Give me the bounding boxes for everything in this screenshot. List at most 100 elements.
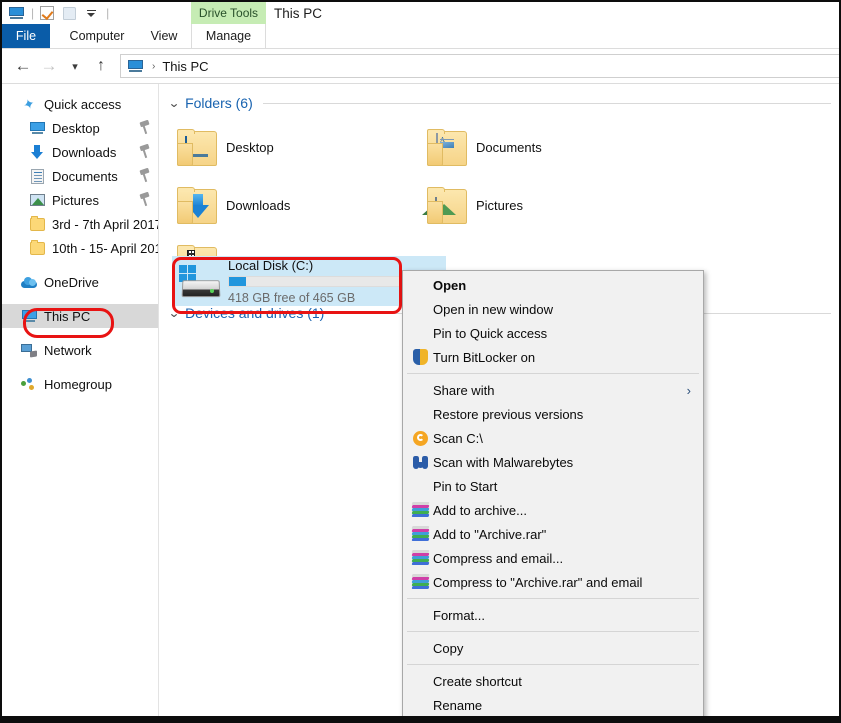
tile-desktop[interactable]: Desktop xyxy=(172,118,422,176)
tile-label: Desktop xyxy=(226,139,274,155)
tab-manage[interactable]: Manage xyxy=(191,24,266,48)
properties-checkbox-icon[interactable] xyxy=(37,4,57,22)
drive-tile-local-disk-c[interactable]: Local Disk (C:) 418 GB free of 465 GB xyxy=(172,256,410,306)
menu-item-label: Compress and email... xyxy=(433,550,564,566)
menu-item-copy[interactable]: Copy xyxy=(403,636,703,660)
folder-icon xyxy=(28,215,46,232)
menu-item-compress-to-archive-rar-and-email[interactable]: Compress to "Archive.rar" and email xyxy=(403,570,703,594)
nav-item-network[interactable]: Network xyxy=(2,338,158,362)
menu-item-open-in-new-window[interactable]: Open in new window xyxy=(403,297,703,321)
tile-label: Documents xyxy=(476,139,542,155)
menu-item-format[interactable]: Format... xyxy=(403,603,703,627)
sidebar-item-this-pc[interactable]: This PC xyxy=(2,304,158,328)
recent-locations-button[interactable]: ▾ xyxy=(62,52,88,80)
contextual-tab-group-header: Drive Tools xyxy=(191,2,266,24)
homegroup-icon xyxy=(20,376,38,392)
menu-item-label: Turn BitLocker on xyxy=(433,349,536,365)
navigation-pane: ✦ Quick access Desktop Downloads Documen… xyxy=(2,84,159,716)
nav-label: 10th - 15- April 2017 xyxy=(52,240,158,256)
menu-item-label: Rename xyxy=(433,697,483,713)
cloud-icon xyxy=(20,274,38,290)
pin-icon[interactable] xyxy=(139,119,150,135)
group-title: Devices and drives (1) xyxy=(185,305,325,321)
tile-downloads[interactable]: Downloads xyxy=(172,176,422,234)
nav-item-pictures[interactable]: Pictures xyxy=(2,188,158,212)
tile-label: Pictures xyxy=(476,197,523,213)
tile-pictures[interactable]: Pictures xyxy=(422,176,672,234)
menu-item-add-to-archive[interactable]: Add to archive... xyxy=(403,498,703,522)
toolbar-divider-2: | xyxy=(106,6,110,20)
nav-label: Downloads xyxy=(52,144,117,160)
menu-item-scan-c[interactable]: Scan C:\ xyxy=(403,426,703,450)
new-folder-icon[interactable] xyxy=(59,4,79,22)
nav-item-homegroup[interactable]: Homegroup xyxy=(2,372,158,396)
menu-item-label: Open xyxy=(433,277,467,293)
menu-item-label: Copy xyxy=(433,640,464,656)
tile-documents[interactable]: A Documents xyxy=(422,118,672,176)
chevron-down-icon[interactable]: ⌄ xyxy=(168,306,180,320)
tab-file[interactable]: File xyxy=(2,24,50,48)
tab-computer[interactable]: Computer xyxy=(57,24,137,48)
menu-item-rename[interactable]: Rename xyxy=(403,693,703,716)
menu-item-scan-with-malwarebytes[interactable]: Scan with Malwarebytes xyxy=(403,450,703,474)
tab-computer-label: Computer xyxy=(69,29,125,43)
window-title: This PC xyxy=(274,5,323,21)
quick-access-toolbar: | | xyxy=(2,2,839,24)
menu-item-label: Pin to Quick access xyxy=(433,325,548,341)
menu-item-pin-to-start[interactable]: Pin to Start xyxy=(403,474,703,498)
breadcrumb-separator[interactable]: › xyxy=(152,61,155,72)
folder-documents-icon: A xyxy=(422,128,476,166)
menu-item-open[interactable]: Open xyxy=(403,273,703,297)
contextual-tab-group-label: Drive Tools xyxy=(198,6,259,20)
nav-item-documents[interactable]: Documents xyxy=(2,164,158,188)
menu-item-add-to-archive-rar[interactable]: Add to "Archive.rar" xyxy=(403,522,703,546)
menu-item-label: Scan C:\ xyxy=(433,430,483,446)
winrar-icon xyxy=(407,574,433,590)
nav-label: Pictures xyxy=(52,192,99,208)
nav-item-desktop[interactable]: Desktop xyxy=(2,116,158,140)
nav-item-folder-april-3-7[interactable]: 3rd - 7th April 2017 xyxy=(2,212,158,236)
menu-item-label: Restore previous versions xyxy=(433,406,584,422)
customize-dropdown-icon[interactable] xyxy=(81,4,101,22)
breadcrumb-this-pc[interactable]: This PC xyxy=(162,59,208,74)
avast-scan-icon xyxy=(407,430,433,446)
menu-item-pin-to-quick-access[interactable]: Pin to Quick access xyxy=(403,321,703,345)
menu-item-label: Compress to "Archive.rar" and email xyxy=(433,574,643,590)
hard-drive-windows-icon xyxy=(172,265,228,298)
back-button[interactable]: ← xyxy=(10,52,36,80)
file-explorer-window: | | Drive Tools This PC File Computer Vi… xyxy=(0,0,841,723)
pin-icon[interactable] xyxy=(139,143,150,159)
nav-item-quick-access[interactable]: ✦ Quick access xyxy=(2,92,158,116)
group-title: Folders (6) xyxy=(185,95,253,111)
up-button[interactable]: ↑ xyxy=(88,52,114,80)
document-icon xyxy=(28,168,46,184)
tab-view[interactable]: View xyxy=(140,24,188,48)
nav-item-onedrive[interactable]: OneDrive xyxy=(2,270,158,294)
folder-desktop-icon xyxy=(172,128,226,166)
forward-button[interactable]: → xyxy=(36,52,62,80)
tab-manage-label: Manage xyxy=(205,29,252,43)
nav-item-downloads[interactable]: Downloads xyxy=(2,140,158,164)
drive-free-space-text: 418 GB free of 465 GB xyxy=(228,290,356,305)
menu-item-turn-bitlocker-on[interactable]: Turn BitLocker on xyxy=(403,345,703,369)
drive-capacity-bar xyxy=(228,275,404,287)
tab-view-label: View xyxy=(150,29,178,43)
menu-separator xyxy=(407,721,699,722)
pin-icon[interactable] xyxy=(139,191,150,207)
address-bar: ← → ▾ ↑ › This PC xyxy=(2,49,839,84)
this-pc-icon[interactable] xyxy=(6,4,26,22)
tab-file-label: File xyxy=(15,29,37,43)
group-header-folders[interactable]: ⌄ Folders (6) xyxy=(160,92,839,114)
menu-item-restore-previous-versions[interactable]: Restore previous versions xyxy=(403,402,703,426)
pin-icon[interactable] xyxy=(139,167,150,183)
menu-item-compress-and-email[interactable]: Compress and email... xyxy=(403,546,703,570)
chevron-down-icon[interactable]: ⌄ xyxy=(168,96,180,110)
menu-item-share-with[interactable]: Share with › xyxy=(403,378,703,402)
context-menu: Open Open in new window Pin to Quick acc… xyxy=(402,270,704,722)
toolbar-divider: | xyxy=(31,6,35,20)
nav-item-folder-april-10-15[interactable]: 10th - 15- April 2017 xyxy=(2,236,158,260)
breadcrumb-bar[interactable]: › This PC xyxy=(120,54,839,78)
menu-item-create-shortcut[interactable]: Create shortcut xyxy=(403,669,703,693)
